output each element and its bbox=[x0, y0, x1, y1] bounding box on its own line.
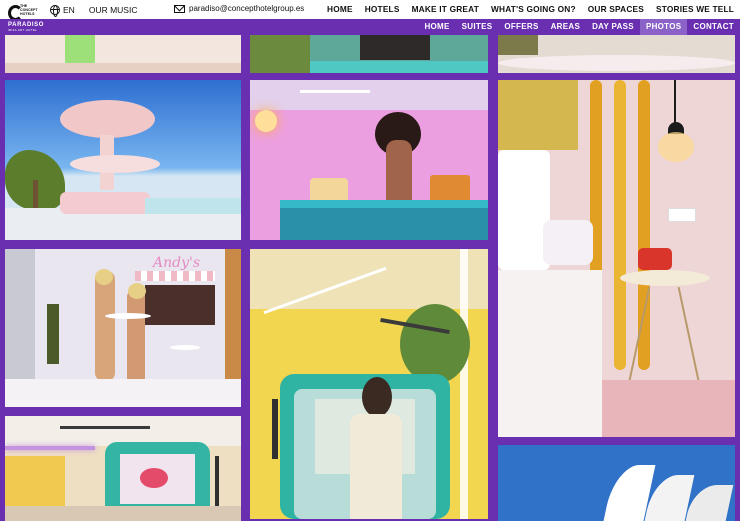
photo-detail bbox=[668, 208, 696, 222]
email-link[interactable]: paradiso@concepthotelgroup.es bbox=[174, 4, 304, 13]
photo-detail bbox=[135, 271, 215, 281]
main-nav-hotels[interactable]: HOTELS bbox=[365, 4, 400, 14]
photo-detail bbox=[145, 285, 215, 325]
language-label: EN bbox=[63, 4, 75, 15]
photo-detail bbox=[498, 80, 578, 150]
photo-detail bbox=[543, 220, 593, 265]
main-nav-our-spaces[interactable]: OUR SPACES bbox=[588, 4, 644, 14]
gallery-photo-woman-bar[interactable] bbox=[250, 80, 488, 240]
tab-suites[interactable]: SUITES bbox=[456, 19, 499, 35]
top-bar: THE CONCEPT HOTELS EN OUR MUSIC paradiso… bbox=[0, 0, 740, 21]
tab-home[interactable]: HOME bbox=[418, 19, 455, 35]
gallery-photo-pool-bar[interactable]: Andy's bbox=[5, 249, 241, 407]
photo-detail bbox=[310, 61, 488, 73]
concept-logo-icon bbox=[8, 4, 23, 21]
main-nav-home[interactable]: HOME bbox=[327, 4, 353, 14]
tab-contact[interactable]: CONTACT bbox=[687, 19, 740, 35]
photo-detail bbox=[250, 80, 488, 110]
photo-detail bbox=[272, 399, 278, 459]
gallery-photo-suite[interactable] bbox=[5, 416, 241, 521]
main-nav-make-it-great[interactable]: MAKE IT GREAT bbox=[412, 4, 479, 14]
photo-detail bbox=[498, 270, 602, 437]
photo-detail bbox=[60, 192, 150, 214]
photo-detail bbox=[140, 468, 168, 488]
photo-detail bbox=[498, 55, 735, 71]
photo-detail bbox=[362, 377, 392, 417]
envelope-icon bbox=[174, 4, 185, 13]
photo-detail bbox=[638, 248, 672, 270]
tab-offers[interactable]: OFFERS bbox=[498, 19, 544, 35]
main-nav: HOME HOTELS MAKE IT GREAT WHAT'S GOING O… bbox=[327, 4, 734, 14]
photo-detail bbox=[255, 110, 277, 132]
photo-detail bbox=[620, 270, 710, 286]
photo-detail bbox=[70, 155, 160, 173]
photo-detail bbox=[498, 35, 538, 55]
photo-detail bbox=[350, 414, 402, 519]
paradiso-logo[interactable]: PARADISO IBIZA ART HOTEL bbox=[8, 22, 44, 32]
gallery-photo-yellow-room[interactable] bbox=[250, 249, 488, 519]
photo-detail bbox=[5, 506, 241, 521]
photo-detail bbox=[280, 200, 488, 208]
gallery-photo-partial-2[interactable] bbox=[250, 35, 488, 73]
photo-detail bbox=[145, 198, 241, 214]
gallery-photo-bedroom[interactable] bbox=[498, 80, 735, 437]
hotel-nav-bar: PARADISO IBIZA ART HOTEL HOME SUITES OFF… bbox=[0, 19, 740, 35]
main-nav-stories-we-tell[interactable]: STORIES WE TELL bbox=[656, 4, 734, 14]
tab-day-pass[interactable]: DAY PASS bbox=[586, 19, 640, 35]
photo-detail bbox=[674, 80, 676, 125]
photo-detail bbox=[47, 304, 59, 364]
photo-detail bbox=[95, 271, 115, 381]
gallery-photo-pool[interactable] bbox=[5, 80, 241, 240]
concept-hotels-logo[interactable]: THE CONCEPT HOTELS bbox=[8, 4, 42, 21]
photo-detail bbox=[95, 269, 113, 285]
photo-detail bbox=[310, 178, 348, 202]
photo-detail bbox=[5, 379, 241, 407]
photo-detail bbox=[658, 132, 694, 162]
photo-detail bbox=[250, 249, 488, 309]
tab-areas[interactable]: AREAS bbox=[545, 19, 587, 35]
photo-detail bbox=[460, 249, 468, 519]
photo-detail bbox=[360, 35, 430, 60]
photo-detail bbox=[677, 286, 701, 386]
tab-photos[interactable]: PHOTOS bbox=[639, 19, 688, 35]
hotel-nav: HOME SUITES OFFERS AREAS DAY PASS PHOTOS… bbox=[418, 19, 740, 35]
andys-sign: Andy's bbox=[153, 255, 201, 271]
language-selector[interactable]: EN bbox=[50, 4, 75, 17]
photo-detail bbox=[300, 90, 370, 93]
photo-detail bbox=[602, 380, 735, 437]
photo-detail bbox=[400, 304, 470, 384]
photo-detail bbox=[60, 426, 150, 429]
photo-detail bbox=[105, 313, 151, 319]
our-music-link[interactable]: OUR MUSIC bbox=[89, 5, 138, 15]
photo-detail bbox=[250, 35, 310, 73]
gallery-photo-partial-1[interactable] bbox=[5, 35, 241, 73]
photo-detail bbox=[128, 283, 146, 299]
email-text: paradiso@concepthotelgroup.es bbox=[189, 4, 305, 13]
gallery-photo-partial-3[interactable] bbox=[498, 35, 735, 73]
main-nav-whats-going-on[interactable]: WHAT'S GOING ON? bbox=[491, 4, 576, 14]
gallery-photo-sky-sculpture[interactable] bbox=[498, 445, 735, 521]
photo-detail bbox=[170, 345, 200, 350]
photo-detail bbox=[215, 456, 219, 506]
photo-detail bbox=[60, 100, 155, 138]
photo-detail bbox=[5, 446, 95, 450]
paradiso-logo-subtext: IBIZA ART HOTEL bbox=[8, 28, 38, 32]
globe-icon bbox=[50, 4, 60, 17]
photo-detail bbox=[5, 63, 241, 73]
photo-detail bbox=[614, 80, 626, 370]
